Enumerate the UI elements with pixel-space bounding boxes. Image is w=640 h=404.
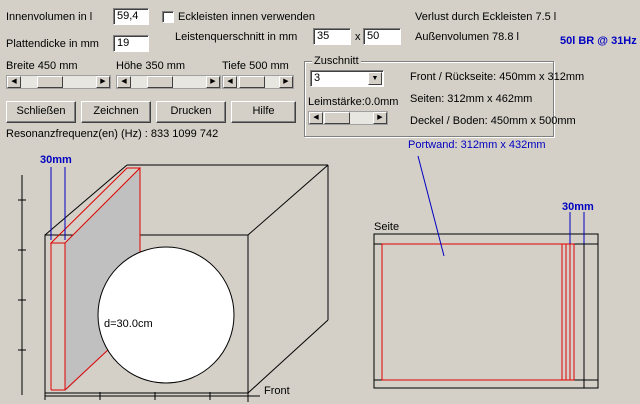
horizontal-ruler xyxy=(44,392,260,400)
schliessen-button[interactable]: Schließen xyxy=(6,101,76,123)
box-outline xyxy=(44,164,329,394)
speaker-circle xyxy=(97,246,235,384)
verlust-text: Verlust durch Eckleisten 7.5 l xyxy=(415,11,557,23)
scroll-left-icon[interactable]: ◀ xyxy=(117,76,131,88)
scroll-left-icon[interactable]: ◀ xyxy=(223,76,237,88)
zuschnitt-front: Front / Rückseite: 450mm x 312mm xyxy=(410,71,585,83)
scroll-right-icon[interactable]: ▶ xyxy=(96,76,110,88)
breite-label: Breite 450 mm xyxy=(6,60,78,72)
leiste-width-input[interactable]: 35 xyxy=(313,28,351,45)
volume-label: Innenvolumen in l xyxy=(6,11,93,23)
scroll-right-icon[interactable]: ▶ xyxy=(206,76,220,88)
side-view xyxy=(373,233,599,389)
zuschnitt-select[interactable]: 3 ▼ xyxy=(310,70,384,87)
plattendicke-label: Plattendicke in mm xyxy=(6,38,99,50)
scroll-right-icon[interactable]: ▶ xyxy=(373,112,387,124)
dim-right-lines xyxy=(569,212,585,244)
drucken-button[interactable]: Drucken xyxy=(156,101,226,123)
leistenquerschnitt-label: Leistenquerschnitt in mm xyxy=(175,31,298,43)
zuschnitt-legend: Zuschnitt xyxy=(312,55,361,67)
zuschnitt-deckel: Deckel / Boden: 450mm x 500mm xyxy=(410,115,576,127)
scroll-left-icon[interactable]: ◀ xyxy=(309,112,323,124)
portwand-label: Portwand: 312mm x 432mm xyxy=(408,139,546,151)
eckleisten-checkbox[interactable] xyxy=(162,11,174,23)
seite-label: Seite xyxy=(374,221,400,233)
resonanz-text: Resonanzfrequenz(en) (Hz) : 833 1099 742 xyxy=(6,128,219,140)
scroll-left-icon[interactable]: ◀ xyxy=(7,76,21,88)
aussenvolumen-text: Außenvolumen 78.8 l xyxy=(415,31,519,43)
scroll-thumb[interactable] xyxy=(239,76,265,88)
tiefe-scrollbar[interactable]: ◀ ▶ xyxy=(222,75,294,89)
zuschnitt-select-value: 3 xyxy=(314,72,321,84)
scroll-thumb[interactable] xyxy=(37,76,63,88)
leiste-times-label: x xyxy=(355,31,361,43)
side-view-red xyxy=(381,243,575,381)
dim-left-lines xyxy=(50,167,66,240)
dim-right-label: 30mm xyxy=(562,201,594,213)
leimstaerke-scrollbar[interactable]: ◀ ▶ xyxy=(308,111,388,125)
badge-text: 50l BR @ 31Hz xyxy=(560,35,637,47)
port-panel xyxy=(65,168,140,392)
hoehe-label: Höhe 350 mm xyxy=(116,60,186,72)
scroll-right-icon[interactable]: ▶ xyxy=(279,76,293,88)
chevron-down-icon[interactable]: ▼ xyxy=(368,72,382,85)
diameter-label: d=30.0cm xyxy=(104,318,153,330)
leiste-height-input[interactable]: 50 xyxy=(363,28,401,45)
leimstaerke-label: Leimstärke:0.0mm xyxy=(308,96,399,108)
hoehe-scrollbar[interactable]: ◀ ▶ xyxy=(116,75,221,89)
scroll-thumb[interactable] xyxy=(147,76,173,88)
hilfe-button[interactable]: Hilfe xyxy=(231,101,296,123)
dim-left-label: 30mm xyxy=(40,154,72,166)
front-label: Front xyxy=(264,385,290,397)
plattendicke-input[interactable]: 19 xyxy=(113,35,149,52)
portwand-leader xyxy=(417,155,445,257)
port-panel-red xyxy=(49,167,142,391)
vertical-ruler xyxy=(18,175,26,395)
scroll-thumb[interactable] xyxy=(324,112,350,124)
zeichnen-button[interactable]: Zeichnen xyxy=(81,101,151,123)
tiefe-label: Tiefe 500 mm xyxy=(222,60,289,72)
eckleisten-label: Eckleisten innen verwenden xyxy=(178,11,315,23)
breite-scrollbar[interactable]: ◀ ▶ xyxy=(6,75,111,89)
zuschnitt-seiten: Seiten: 312mm x 462mm xyxy=(410,93,533,105)
volume-input[interactable]: 59,4 xyxy=(113,8,149,25)
